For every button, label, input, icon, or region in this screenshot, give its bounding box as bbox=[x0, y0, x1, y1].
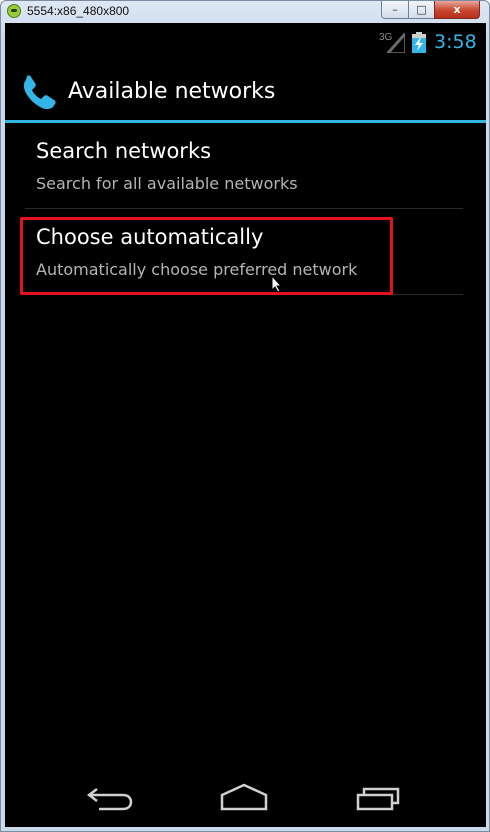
action-bar: Available networks bbox=[5, 61, 486, 122]
android-emulator-icon bbox=[7, 4, 21, 18]
maximize-button[interactable]: □ bbox=[408, 1, 435, 19]
highlight-annotation bbox=[20, 217, 393, 295]
phone-icon[interactable] bbox=[19, 72, 61, 114]
minimize-icon: – bbox=[392, 3, 398, 16]
close-button[interactable]: x bbox=[434, 1, 480, 19]
back-icon[interactable] bbox=[85, 781, 135, 813]
page-title: Available networks bbox=[68, 79, 276, 104]
window-titlebar[interactable]: 5554:x86_480x800 – □ x bbox=[1, 1, 489, 21]
maximize-icon: □ bbox=[416, 3, 427, 16]
search-networks-preference[interactable]: Search networks Search for all available… bbox=[36, 123, 462, 208]
status-clock: 3:58 bbox=[434, 31, 477, 53]
navigation-bar bbox=[5, 763, 486, 827]
home-icon[interactable] bbox=[219, 781, 269, 813]
recent-apps-icon[interactable] bbox=[352, 781, 402, 813]
emulator-window: 5554:x86_480x800 – □ x 3G 3:58 Available… bbox=[0, 0, 490, 832]
close-icon: x bbox=[453, 3, 461, 16]
signal-strength-icon bbox=[387, 33, 405, 53]
preference-title: Search networks bbox=[36, 139, 212, 163]
android-screen: 3G 3:58 Available networks Search networ… bbox=[5, 23, 486, 827]
minimize-button[interactable]: – bbox=[381, 1, 409, 19]
preference-summary: Search for all available networks bbox=[36, 174, 298, 193]
mouse-cursor-icon bbox=[271, 275, 283, 293]
window-title: 5554:x86_480x800 bbox=[27, 4, 130, 18]
status-bar: 3G 3:58 bbox=[5, 23, 486, 61]
battery-charging-icon bbox=[412, 32, 426, 53]
